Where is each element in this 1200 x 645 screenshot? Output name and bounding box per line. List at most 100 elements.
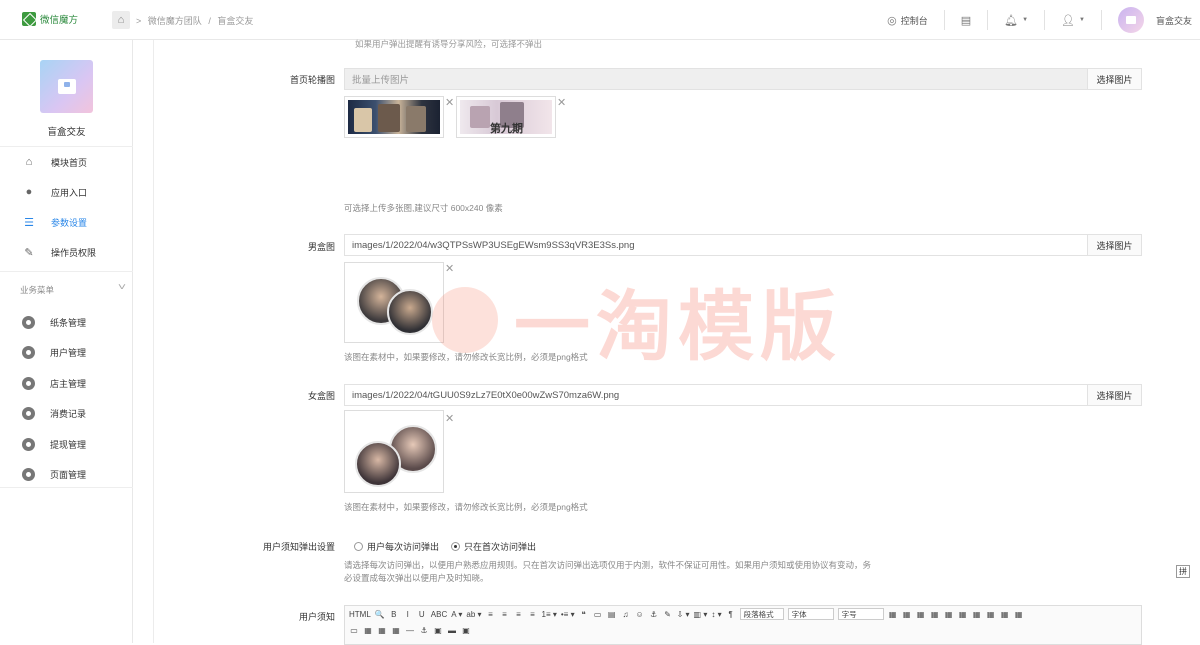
sidebar-item-shop-owners[interactable]: 店主管理 <box>0 368 133 399</box>
editor-tool-button[interactable]: — <box>405 626 415 635</box>
editor-toolbar-row-2: ▭ ▦ ▦ ▦ — ⚓ ▣ ▬ ▣ <box>345 622 1141 638</box>
editor-tool-button[interactable]: HTML <box>349 610 371 619</box>
editor-tool-button[interactable]: ▣ <box>433 626 443 635</box>
editor-tool-button[interactable]: ▦ <box>944 610 954 619</box>
close-icon[interactable]: ✕ <box>445 262 454 275</box>
male-box-preview[interactable] <box>344 262 444 343</box>
editor-tool-button[interactable]: ☺ <box>635 610 645 619</box>
sidebar-item-home[interactable]: ⌂ 模块首页 <box>0 147 133 177</box>
editor-tool-button[interactable]: ❝ <box>579 610 589 619</box>
editor-tool-button[interactable]: ▦ <box>1014 610 1024 619</box>
editor-tool-button[interactable]: ▤ <box>607 610 617 619</box>
home-icon[interactable]: ⌂ <box>112 11 130 29</box>
editor-tool-button[interactable]: 🔍 <box>375 610 385 619</box>
close-icon[interactable]: ✕ <box>445 96 454 109</box>
editor-tool-button[interactable]: B <box>389 610 399 619</box>
radio-label: 用户每次访问弹出 <box>367 542 440 552</box>
editor-tool-button[interactable]: ¶ <box>726 610 736 619</box>
editor-tool-button[interactable]: ▦ <box>363 626 373 635</box>
top-bar: 微信魔方 ⌂ > 微信魔方团队 / 盲盒交友 ◎ 控制台 ▤ 🔔︎ ▼ 👤︎ ▼… <box>0 0 1200 40</box>
editor-tool-button[interactable]: ▦ <box>916 610 926 619</box>
user-icon: 👤︎ <box>1061 14 1076 27</box>
editor-tool-button[interactable]: ▥ ▾ <box>694 610 708 619</box>
sidebar-item-pages[interactable]: 页面管理 <box>0 460 133 491</box>
editor-tool-button[interactable]: A ▾ <box>451 610 462 619</box>
editor-tool-button[interactable]: ♫ <box>621 610 631 619</box>
sidebar-item-users[interactable]: 用户管理 <box>0 338 133 369</box>
font-size-select[interactable]: 字号 <box>837 608 884 620</box>
editor-tool-button[interactable]: ▦ <box>391 626 401 635</box>
editor-tool-button[interactable]: ✎ <box>663 610 673 619</box>
editor-tool-button[interactable]: ▦ <box>972 610 982 619</box>
business-menu-toggle[interactable]: 业务菜单 ˅ <box>0 271 133 307</box>
editor-tool-button[interactable]: ▭ <box>349 626 359 635</box>
editor-tool-button[interactable]: ⚓ <box>419 626 429 635</box>
notice-popup-options: 用户每次访问弹出 只在首次访问弹出 <box>354 540 536 553</box>
carousel-select-button[interactable]: 选择图片 <box>1087 69 1141 89</box>
breadcrumb-current: 盲盒交友 <box>217 16 254 26</box>
sidebar-item-withdraw[interactable]: 提现管理 <box>0 429 133 460</box>
account-menu-button[interactable]: 👤︎ ▼ <box>1044 10 1101 30</box>
editor-tool-button[interactable]: ▦ <box>902 610 912 619</box>
editor-tool-button[interactable]: ≡ <box>528 610 538 619</box>
editor-tool-button[interactable]: ⚓ <box>649 610 659 619</box>
sidebar-item-consumption[interactable]: 消费记录 <box>0 399 133 430</box>
font-family-select[interactable]: 字体 <box>787 608 834 620</box>
editor-tool-button[interactable]: ▣ <box>461 626 471 635</box>
editor-tool-button[interactable]: ⇩ ▾ <box>677 610 690 619</box>
radio-first-visit[interactable]: 只在首次访问弹出 <box>451 540 536 553</box>
bell-icon: 🔔︎ <box>1004 14 1019 27</box>
notice-popup-label: 用户须知弹出设置 <box>262 542 335 552</box>
ime-indicator[interactable]: 拼 <box>1176 565 1190 578</box>
radio-every-visit[interactable]: 用户每次访问弹出 <box>354 540 439 553</box>
female-box-select-button[interactable]: 选择图片 <box>1087 385 1141 405</box>
sidebar-item-entry[interactable]: ● 应用入口 <box>0 177 133 207</box>
female-box-input[interactable]: images/1/2022/04/tGUU0S9zLz7E0tX0e00wZwS… <box>345 385 1087 405</box>
editor-tool-button[interactable]: ↕ ▾ <box>711 610 721 619</box>
female-box-hint: 该图在素材中，如果要修改，请勿修改长宽比例，必须是png格式 <box>344 502 588 512</box>
current-app[interactable]: 盲盒交友 <box>1100 7 1200 33</box>
carousel-thumb-1[interactable] <box>344 96 444 138</box>
console-link[interactable]: ◎ 控制台 <box>871 10 944 30</box>
carousel-thumb-2[interactable]: 第九期 <box>456 96 556 138</box>
sidebar-item-settings[interactable]: ☰ 参数设置 <box>0 207 133 237</box>
editor-tool-button[interactable]: ≡ <box>514 610 524 619</box>
editor-tool-button[interactable]: ▦ <box>377 626 387 635</box>
female-box-preview[interactable] <box>344 410 444 493</box>
editor-tool-button[interactable]: I <box>403 610 413 619</box>
editor-tool-button[interactable]: ▦ <box>986 610 996 619</box>
notification-button[interactable]: 🔔︎ ▼ <box>987 10 1044 30</box>
brand-logo[interactable]: 微信魔方 <box>22 12 78 26</box>
editor-tool-button[interactable]: ab ▾ <box>466 610 481 619</box>
gear-icon <box>22 346 35 360</box>
gear-icon <box>22 468 35 482</box>
editor-tool-button[interactable]: 1≡ ▾ <box>542 610 557 619</box>
close-icon[interactable]: ✕ <box>557 96 566 109</box>
editor-tool-button[interactable]: ▦ <box>958 610 968 619</box>
app-logo <box>40 60 93 113</box>
store-button[interactable]: ▤ <box>943 10 987 30</box>
editor-tool-button[interactable]: ▭ <box>593 610 603 619</box>
editor-tool-button[interactable]: ▦ <box>1000 610 1010 619</box>
carousel-input[interactable]: 批量上传图片 <box>345 69 1087 89</box>
paragraph-format-select[interactable]: 段落格式 <box>739 608 784 620</box>
editor-tool-button[interactable]: ≡ <box>486 610 496 619</box>
male-box-input[interactable]: images/1/2022/04/w3QTPSsWP3USEgEWsm9SS3q… <box>345 235 1087 255</box>
sidebar-item-label: 消费记录 <box>50 409 87 420</box>
module-menu: ⌂ 模块首页 ● 应用入口 ☰ 参数设置 ✎ 操作员权限 业务菜单 ˅ 纸条管理… <box>0 146 133 490</box>
sidebar-item-label: 店主管理 <box>50 378 87 389</box>
male-box-select-button[interactable]: 选择图片 <box>1087 235 1141 255</box>
cube-logo-icon <box>22 12 36 26</box>
editor-tool-button[interactable]: ABC <box>431 610 447 619</box>
editor-tool-button[interactable]: ≡ <box>500 610 510 619</box>
sidebar-item-notes[interactable]: 纸条管理 <box>0 307 133 338</box>
editor-tool-button[interactable]: •≡ ▾ <box>561 610 575 619</box>
sidebar-item-permissions[interactable]: ✎ 操作员权限 <box>0 237 133 267</box>
editor-tool-button[interactable]: ▬ <box>447 626 457 635</box>
close-icon[interactable]: ✕ <box>445 412 454 425</box>
hint-line: 请选择每次访问弹出，以便用户熟悉应用规则。只在首次访问弹出选项仅用于内测，软件不… <box>344 560 872 570</box>
editor-tool-button[interactable]: U <box>417 610 427 619</box>
editor-tool-button[interactable]: ▦ <box>888 610 898 619</box>
editor-tool-button[interactable]: ▦ <box>930 610 940 619</box>
breadcrumb-team[interactable]: 微信魔方团队 <box>148 16 202 26</box>
